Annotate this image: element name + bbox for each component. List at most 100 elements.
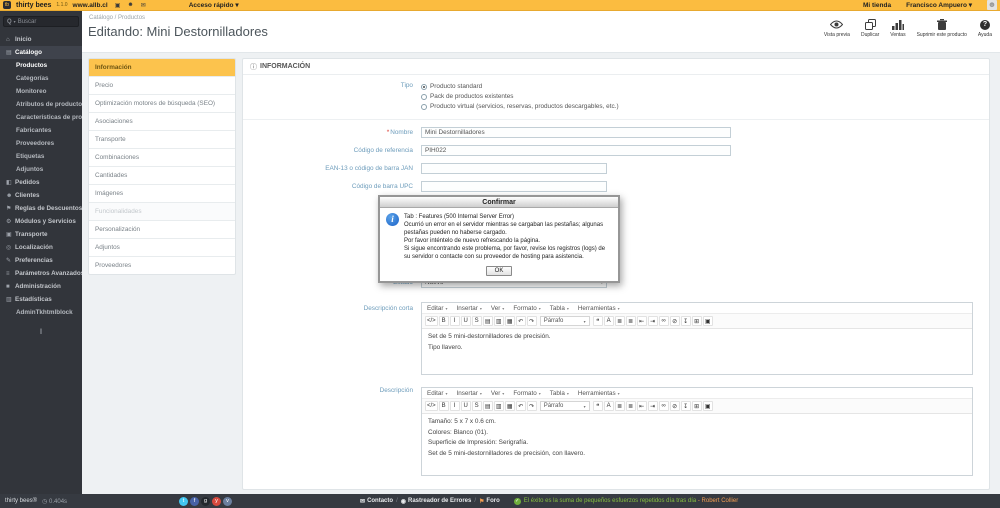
editor-toolbar-button[interactable]: ∞ <box>658 401 669 411</box>
social-icon[interactable]: v <box>223 496 233 506</box>
sidebar-item[interactable]: ▥ Estadísticas <box>0 293 82 306</box>
editor-toolbar-button[interactable]: ≣ <box>625 401 636 411</box>
name-input[interactable]: Mini Destornilladores <box>421 127 731 138</box>
editor-toolbar-button[interactable]: ⊞ <box>691 316 702 326</box>
editor-toolbar-button[interactable]: ≣ <box>614 401 625 411</box>
forum-link[interactable]: ⚑ Foro <box>479 498 500 505</box>
sidebar-item[interactable]: Proveedores <box>0 137 82 150</box>
editor-toolbar-button[interactable]: B <box>438 401 449 411</box>
editor-menu-item[interactable]: Tabla ▾ <box>550 390 569 397</box>
editor-toolbar-button[interactable]: ↶ <box>515 401 526 411</box>
editor-toolbar-button[interactable]: ↧ <box>680 401 691 411</box>
sales-button[interactable]: Ventas <box>890 19 906 38</box>
collapse-sidebar-button[interactable]: ‖ <box>0 329 82 336</box>
editor-toolbar-button[interactable]: S <box>471 316 482 326</box>
sidebar-item[interactable]: Etiquetas <box>0 150 82 163</box>
editor-toolbar-button[interactable]: ≣ <box>625 316 636 326</box>
editor-toolbar-button[interactable]: ⇤ <box>636 316 647 326</box>
editor-toolbar-button[interactable]: ▣ <box>702 316 713 326</box>
help-button[interactable]: ? Ayuda <box>978 19 992 38</box>
paragraph-format-select[interactable]: Párrafo ▾ <box>539 401 590 411</box>
social-icon[interactable]: y <box>212 496 222 506</box>
editor-toolbar-button[interactable]: A <box>603 401 614 411</box>
editor-menu-item[interactable]: Herramientas ▾ <box>578 390 620 397</box>
editor-toolbar-button[interactable]: ▥ <box>493 401 504 411</box>
editor-toolbar-button[interactable]: ⇤ <box>636 401 647 411</box>
paragraph-format-select[interactable]: Párrafo ▾ <box>539 316 590 326</box>
short-description-content[interactable]: Set de 5 mini-destornilladores de precis… <box>422 329 972 374</box>
ean-input[interactable] <box>421 163 607 174</box>
description-content[interactable]: Tamaño: 5 x 7 x 0.6 cm. Colores: Blanco (… <box>422 414 972 475</box>
editor-toolbar-button[interactable]: I <box>449 401 460 411</box>
editor-toolbar-button[interactable]: ⊘ <box>669 401 680 411</box>
editor-menu-item[interactable]: Ver ▾ <box>491 305 504 312</box>
editor-toolbar-button[interactable]: ❝ <box>592 316 603 326</box>
editor-menu-item[interactable]: Editar ▾ <box>427 305 447 312</box>
product-type-radio[interactable]: Pack de productos existentes <box>421 93 619 100</box>
product-tab[interactable]: Precio <box>89 77 235 95</box>
sidebar-search-input[interactable]: Q ▾ Buscar <box>3 16 79 27</box>
editor-toolbar-button[interactable]: ≣ <box>614 316 625 326</box>
sidebar-item[interactable]: ≡ Parámetros Avanzados <box>0 267 82 280</box>
editor-toolbar-button[interactable]: ▦ <box>504 316 515 326</box>
editor-toolbar-button[interactable]: ▤ <box>482 316 493 326</box>
product-tab[interactable]: Información <box>89 59 235 77</box>
messages-icon[interactable]: ✉ <box>141 2 146 9</box>
editor-toolbar-button[interactable]: ▥ <box>493 316 504 326</box>
editor-menu-item[interactable]: Formato ▾ <box>513 390 540 397</box>
sidebar-item[interactable]: ◧ Pedidos <box>0 176 82 189</box>
product-tab[interactable]: Combinaciones <box>89 149 235 167</box>
product-tab[interactable]: Proveedores <box>89 257 235 274</box>
product-tab[interactable]: Personalización <box>89 221 235 239</box>
editor-toolbar-button[interactable]: ⊞ <box>691 401 702 411</box>
editor-toolbar-button[interactable]: ⇥ <box>647 401 658 411</box>
sidebar-item[interactable]: ⚑ Reglas de Descuentos <box>0 202 82 215</box>
editor-menu-item[interactable]: Insertar ▾ <box>456 305 481 312</box>
product-tab[interactable]: Imágenes <box>89 185 235 203</box>
duplicate-button[interactable]: Duplicar <box>861 19 879 38</box>
bug-tracker-link[interactable]: ◉ Rastreador de Errores <box>401 498 472 505</box>
editor-toolbar-button[interactable]: U <box>460 401 471 411</box>
editor-toolbar-button[interactable]: ▦ <box>504 401 515 411</box>
reference-input[interactable]: PIH022 <box>421 145 731 156</box>
product-tab[interactable]: Transporte <box>89 131 235 149</box>
editor-toolbar-button[interactable]: </> <box>425 401 438 411</box>
editor-toolbar-button[interactable]: A <box>603 316 614 326</box>
breadcrumb[interactable]: Catálogo / Productos <box>89 15 145 21</box>
product-type-radio[interactable]: Producto standard <box>421 83 619 90</box>
ok-button[interactable]: OK <box>486 266 512 276</box>
shop-url-link[interactable]: www.allb.cl <box>73 2 108 9</box>
avatar[interactable]: ☻ <box>987 0 997 10</box>
editor-toolbar-button[interactable]: ∞ <box>658 316 669 326</box>
social-icon[interactable]: t <box>179 496 189 506</box>
sidebar-item[interactable]: Productos <box>0 59 82 72</box>
editor-toolbar-button[interactable]: </> <box>425 316 438 326</box>
editor-toolbar-button[interactable]: ❝ <box>592 401 603 411</box>
editor-toolbar-button[interactable]: ↷ <box>526 401 537 411</box>
editor-menu-item[interactable]: Formato ▾ <box>513 305 540 312</box>
contact-link[interactable]: ✉ Contacto <box>360 498 393 505</box>
editor-menu-item[interactable]: Tabla ▾ <box>550 305 569 312</box>
editor-toolbar-button[interactable]: ▣ <box>702 401 713 411</box>
editor-menu-item[interactable]: Ver ▾ <box>491 390 504 397</box>
product-tab[interactable]: Asociaciones <box>89 113 235 131</box>
sidebar-item[interactable]: ⌂ Inicio <box>0 33 82 46</box>
sidebar-item[interactable]: Categorías <box>0 72 82 85</box>
editor-toolbar-button[interactable]: ↷ <box>526 316 537 326</box>
my-shop-link[interactable]: Mi tienda <box>863 2 891 9</box>
sidebar-item[interactable]: ✎ Preferencias <box>0 254 82 267</box>
editor-toolbar-button[interactable]: S <box>471 401 482 411</box>
product-tab[interactable]: Adjuntos <box>89 239 235 257</box>
editor-menu-item[interactable]: Editar ▾ <box>427 390 447 397</box>
social-icon[interactable]: g <box>201 496 211 506</box>
editor-toolbar-button[interactable]: U <box>460 316 471 326</box>
quick-access-menu[interactable]: Acceso rápido ▾ <box>189 1 239 9</box>
account-icon[interactable]: ☻ <box>127 2 133 8</box>
sidebar-item[interactable]: Monitoreo <box>0 85 82 98</box>
editor-menu-item[interactable]: Insertar ▾ <box>456 390 481 397</box>
sidebar-item[interactable]: ☻ Clientes <box>0 189 82 202</box>
product-type-radio[interactable]: Producto virtual (servicios, reservas, p… <box>421 103 619 110</box>
sidebar-item[interactable]: ■ Administración <box>0 280 82 293</box>
editor-toolbar-button[interactable]: ↶ <box>515 316 526 326</box>
editor-toolbar-button[interactable]: ⊘ <box>669 316 680 326</box>
